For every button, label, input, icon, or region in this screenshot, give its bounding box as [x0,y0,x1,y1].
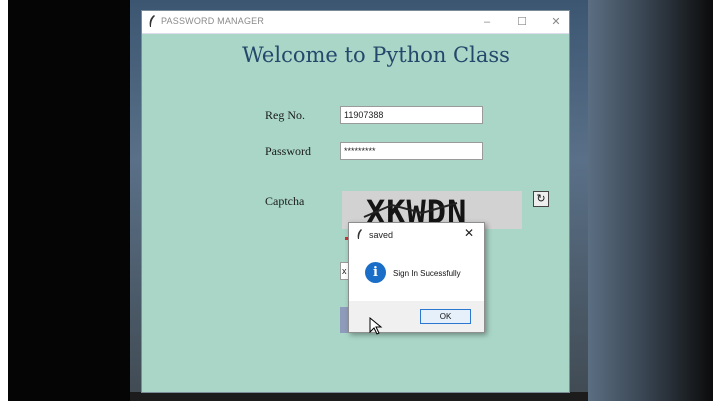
password-input[interactable] [340,142,483,160]
captcha-noise [363,202,458,218]
dialog-close-button[interactable]: ✕ [464,226,474,240]
minimize-button[interactable]: – [476,14,498,30]
maximize-button[interactable]: ☐ [511,14,533,30]
info-icon: i [365,262,386,283]
reg-no-input[interactable] [340,106,483,124]
reg-no-label: Reg No. [265,108,305,122]
frame-border-left [0,0,8,401]
taskbar [130,392,588,401]
dialog-title: saved [369,230,394,240]
feather-icon [149,15,155,27]
mouse-cursor-icon [369,317,383,335]
app-window: PASSWORD MANAGER – ☐ ✕ Welcome to Python… [142,11,569,392]
window-title: PASSWORD MANAGER [161,16,265,26]
desktop-dark-region [8,0,130,401]
ok-button[interactable]: OK [420,309,471,324]
title-bar[interactable]: PASSWORD MANAGER – ☐ ✕ [142,11,569,34]
dialog-message: Sign In Sucessfully [393,269,461,278]
feather-icon [357,229,362,239]
captcha-label: Captcha [265,194,305,208]
close-button[interactable]: ✕ [545,14,567,30]
refresh-icon[interactable]: ↻ [533,191,549,207]
password-label: Password [265,144,312,158]
frame-border-right [713,0,723,401]
page-heading: Welcome to Python Class [242,43,510,67]
